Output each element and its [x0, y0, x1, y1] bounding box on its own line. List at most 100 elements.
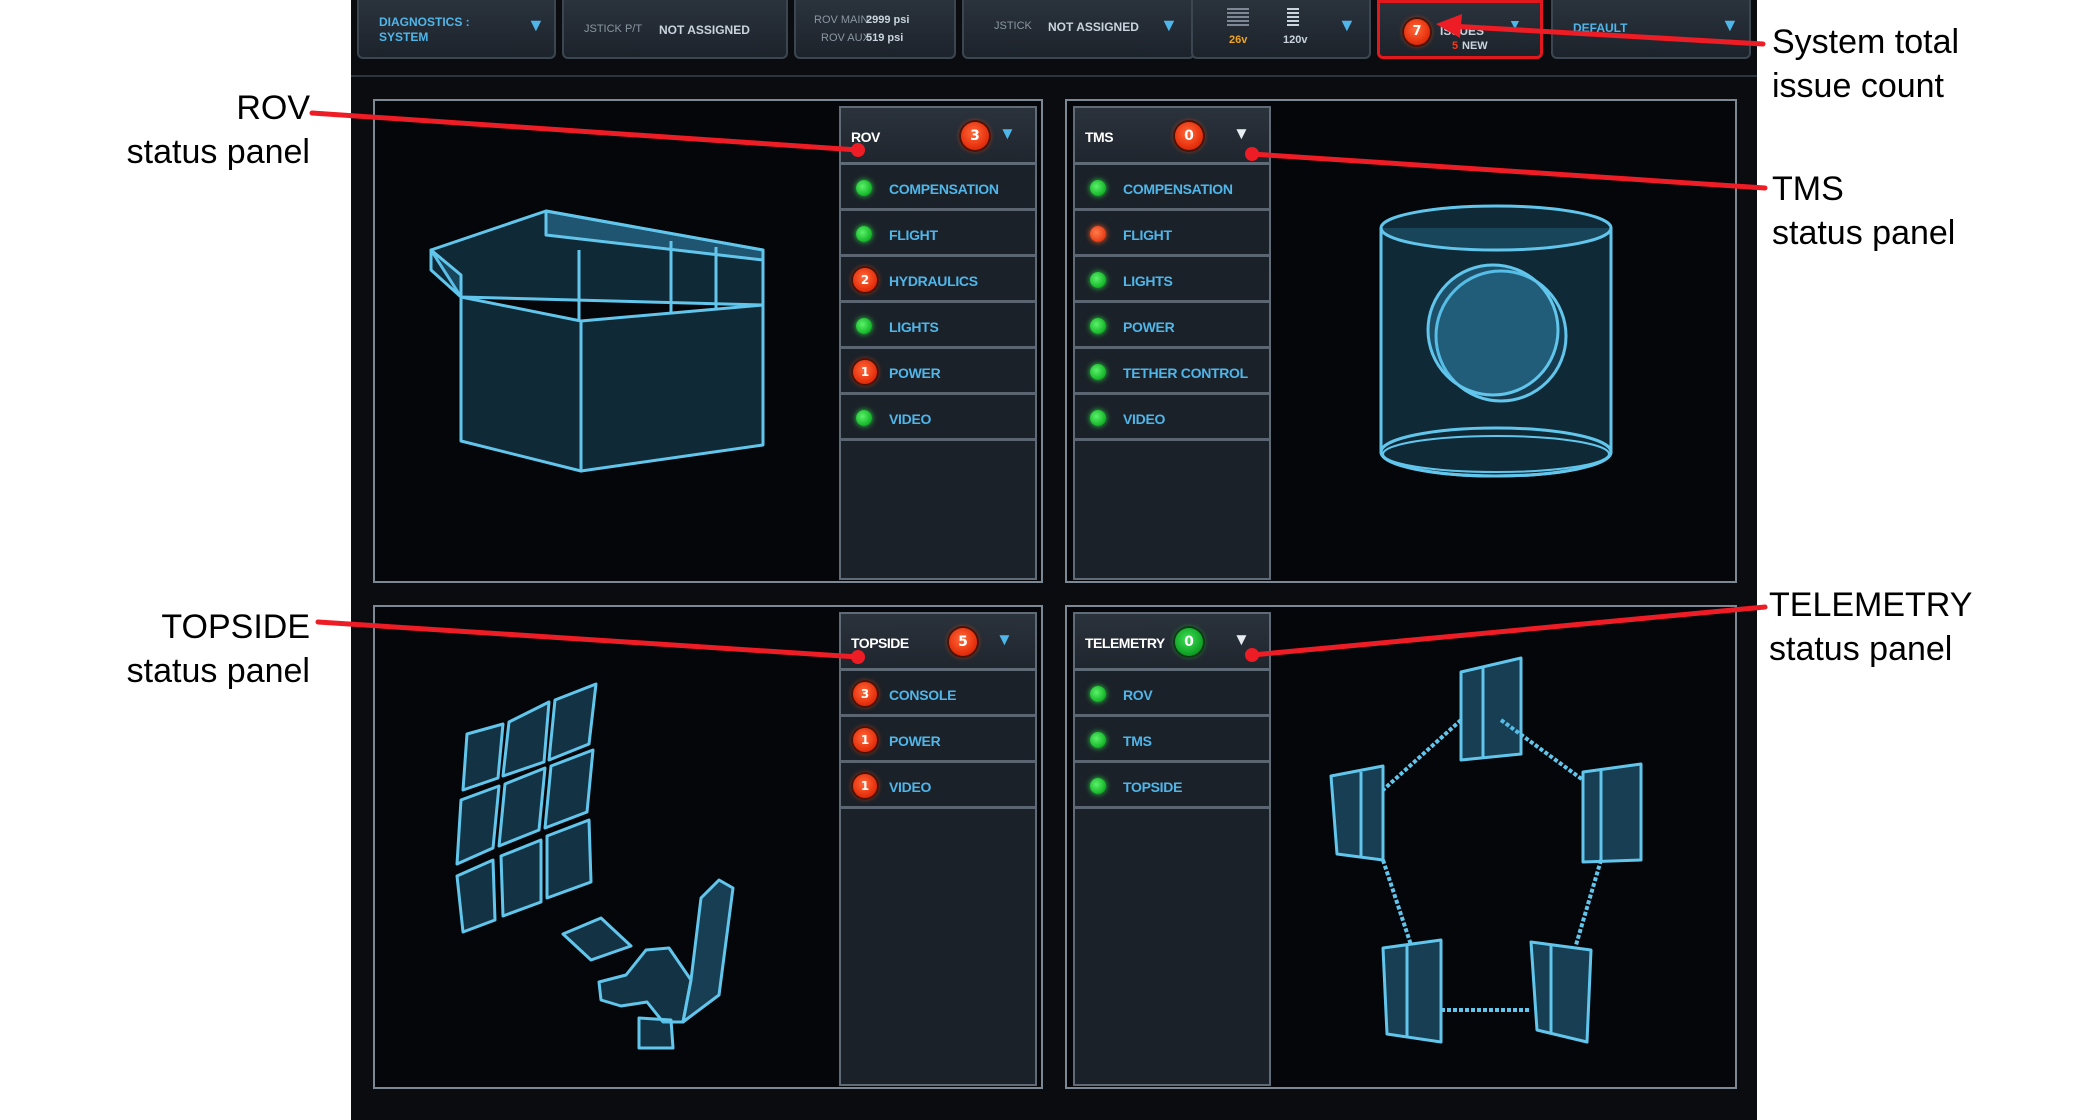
list-item[interactable]: VIDEO	[1075, 395, 1269, 441]
chevron-down-icon[interactable]: ▼	[999, 124, 1016, 144]
status-indicator	[1090, 686, 1106, 702]
annotation-line: status panel	[1769, 630, 1953, 668]
topside-panel-header[interactable]: TOPSIDE 5 ▼	[841, 614, 1035, 671]
annotation-line: status panel	[126, 133, 310, 171]
list-item[interactable]: 3 CONSOLE	[841, 671, 1035, 717]
item-label: POWER	[889, 733, 941, 749]
item-label: TETHER CONTROL	[1123, 365, 1248, 381]
tms-wireframe-graphic	[1379, 204, 1613, 478]
topside-status-panel: TOPSIDE 5 ▼ 3 CONSOLE 1 POWER 1 VIDEO	[839, 612, 1037, 1086]
tms-issue-count-badge: 0	[1175, 122, 1203, 150]
annotation-line: issue count	[1772, 67, 1944, 105]
jstick-selector[interactable]: JSTICK NOT ASSIGNED ▼	[962, 0, 1195, 59]
jstick-label: JSTICK	[994, 20, 1032, 32]
new-issues-label: NEW	[1462, 40, 1488, 52]
chevron-down-icon: ▼	[1338, 15, 1356, 35]
list-item[interactable]: LIGHTS	[841, 303, 1035, 349]
status-indicator	[1090, 272, 1106, 288]
item-label: FLIGHT	[1123, 227, 1172, 243]
list-item[interactable]: COMPENSATION	[841, 165, 1035, 211]
chevron-down-icon: ▼	[527, 15, 545, 35]
panel-title: TMS	[1085, 129, 1114, 145]
annotation-line: ROV	[236, 89, 310, 127]
list-item[interactable]: LIGHTS	[1075, 257, 1269, 303]
list-item[interactable]: POWER	[1075, 303, 1269, 349]
chevron-down-icon[interactable]: ▼	[996, 630, 1013, 650]
rov-wireframe-graphic	[429, 209, 765, 473]
annotation-line: TMS	[1772, 170, 1844, 208]
preset-value: DEFAULT	[1573, 21, 1628, 35]
chevron-down-icon[interactable]: ▼	[1233, 124, 1250, 144]
diagnostics-value: SYSTEM	[379, 30, 429, 44]
item-label: VIDEO	[889, 779, 932, 795]
annotation-line: System total	[1772, 23, 1960, 61]
chevron-down-icon: ▼	[1160, 15, 1178, 35]
chevron-down-icon[interactable]: ▼	[1233, 630, 1250, 650]
annotation-line: TOPSIDE	[161, 608, 310, 646]
diagnostics-screen: DIAGNOSTICS : SYSTEM ▼ JSTICK P/T NOT AS…	[351, 0, 1757, 1120]
list-item[interactable]: COMPENSATION	[1075, 165, 1269, 211]
list-item[interactable]: FLIGHT	[841, 211, 1035, 257]
status-indicator	[1090, 180, 1106, 196]
item-label: POWER	[1123, 319, 1175, 335]
panel-title: TOPSIDE	[851, 635, 909, 651]
rov-status-panel: ROV 3 ▼ COMPENSATION FLIGHT 2 HYDRAULICS …	[839, 106, 1037, 580]
rov-annotation: ROV status panel	[127, 86, 310, 174]
jstick-value: NOT ASSIGNED	[1048, 20, 1139, 34]
list-item[interactable]: TETHER CONTROL	[1075, 349, 1269, 395]
item-label: TMS	[1123, 733, 1152, 749]
chevron-down-icon: ▼	[1721, 15, 1739, 35]
list-item[interactable]: 1 POWER	[841, 349, 1035, 395]
annotation-line: status panel	[1772, 214, 1956, 252]
item-issue-badge: 1	[853, 728, 877, 752]
list-item[interactable]: ROV	[1075, 671, 1269, 717]
issues-label: ISSUES	[1440, 24, 1485, 38]
list-item[interactable]: TMS	[1075, 717, 1269, 763]
list-item[interactable]: TOPSIDE	[1075, 763, 1269, 809]
item-issue-badge: 3	[853, 682, 877, 706]
status-indicator	[1090, 732, 1106, 748]
bar-meter-icon	[1287, 8, 1299, 28]
preset-selector[interactable]: DEFAULT ▼	[1551, 0, 1751, 59]
topside-annotation: TOPSIDE status panel	[127, 605, 310, 693]
item-label: LIGHTS	[1123, 273, 1173, 289]
item-label: TOPSIDE	[1123, 779, 1183, 795]
tms-status-panel: TMS 0 ▼ COMPENSATION FLIGHT LIGHTS POWER…	[1073, 106, 1271, 580]
voltage-selector[interactable]: 26v 120v ▼	[1191, 0, 1371, 59]
issues-count-badge: 7	[1404, 19, 1430, 45]
list-item[interactable]: 1 VIDEO	[841, 763, 1035, 809]
status-indicator	[856, 180, 872, 196]
list-item[interactable]: VIDEO	[841, 395, 1035, 441]
telemetry-issue-count-badge: 0	[1175, 628, 1203, 656]
status-indicator	[1090, 364, 1106, 380]
item-label: FLIGHT	[889, 227, 938, 243]
list-item[interactable]: FLIGHT	[1075, 211, 1269, 257]
status-indicator	[1090, 318, 1106, 334]
topside-wireframe-graphic	[455, 682, 735, 1050]
bar-meter-icon	[1227, 8, 1249, 28]
telemetry-panel-header[interactable]: TELEMETRY 0 ▼	[1075, 614, 1269, 671]
tms-panel-header[interactable]: TMS 0 ▼	[1075, 108, 1269, 165]
item-label: ROV	[1123, 687, 1153, 703]
item-label: COMPENSATION	[889, 181, 999, 197]
status-indicator	[1090, 410, 1106, 426]
status-indicator	[1090, 778, 1106, 794]
rov-aux-label: ROV AUX	[821, 32, 870, 44]
pressure-readout: ROV MAIN 2999 psi ROV AUX 519 psi	[794, 0, 956, 59]
rov-panel-header[interactable]: ROV 3 ▼	[841, 108, 1035, 165]
item-label: COMPENSATION	[1123, 181, 1233, 197]
annotation-line: status panel	[126, 652, 310, 690]
topside-issue-count-badge: 5	[949, 628, 977, 656]
list-item[interactable]: 1 POWER	[841, 717, 1035, 763]
system-count-annotation: System total issue count	[1772, 20, 1959, 108]
jstick-pt-value: NOT ASSIGNED	[659, 23, 750, 37]
diagnostics-selector[interactable]: DIAGNOSTICS : SYSTEM ▼	[357, 0, 556, 59]
item-issue-badge: 1	[853, 360, 877, 384]
rov-main-label: ROV MAIN	[814, 14, 869, 26]
list-item[interactable]: 2 HYDRAULICS	[841, 257, 1035, 303]
chevron-down-icon: ▼	[1508, 16, 1522, 32]
status-indicator	[856, 226, 872, 242]
annotation-line: TELEMETRY	[1769, 586, 1973, 624]
jstick-pt-field[interactable]: JSTICK P/T NOT ASSIGNED	[562, 0, 788, 59]
issues-button[interactable]: 7 ISSUES ▼ 5 NEW	[1377, 0, 1543, 59]
